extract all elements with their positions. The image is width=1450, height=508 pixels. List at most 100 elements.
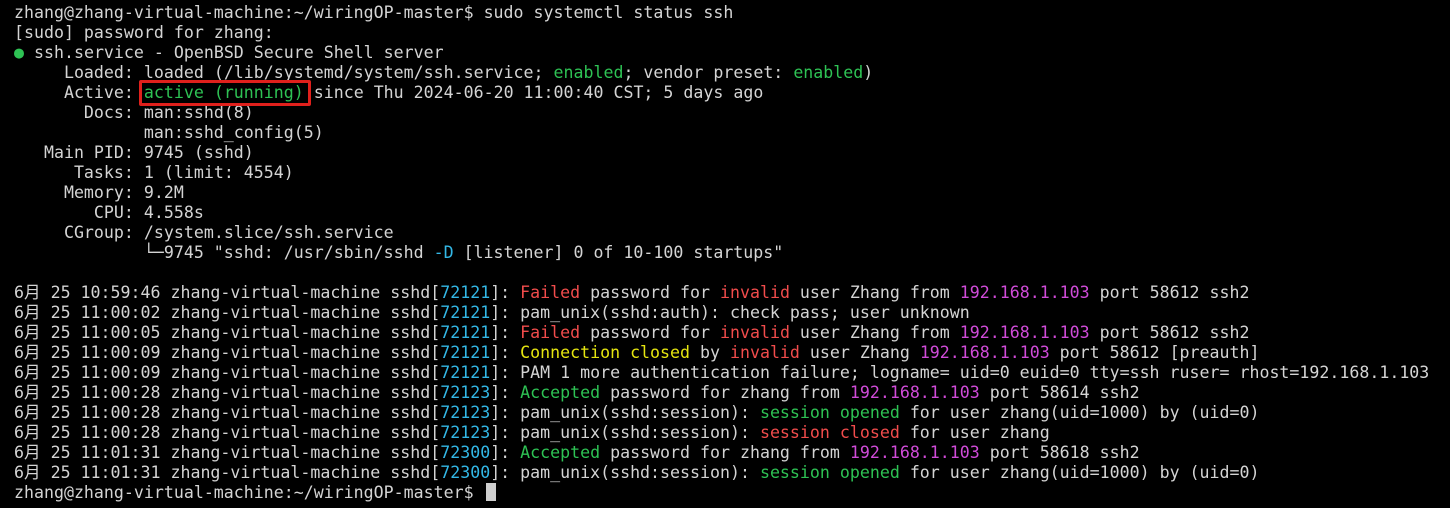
log-invalid: invalid <box>720 323 790 342</box>
log-message: pam_unix(sshd:auth): check pass; user un… <box>520 303 970 322</box>
log-line: 6月 25 11:00:09 zhang-virtual-machine ssh… <box>14 363 1430 382</box>
log-host: zhang-virtual-machine <box>170 363 381 382</box>
log-event: Accepted <box>520 383 601 402</box>
log-timestamp: 6月 25 11:00:28 <box>14 403 161 422</box>
tasks-label: Tasks: <box>14 163 134 182</box>
log-line: 6月 25 11:00:28 zhang-virtual-machine ssh… <box>14 403 1260 422</box>
log-message: password for <box>580 283 720 302</box>
terminal-window[interactable]: zhang@zhang-virtual-machine:~/wiringOP-m… <box>0 0 1450 508</box>
log-event: Failed <box>520 323 581 342</box>
shell-prompt: zhang@zhang-virtual-machine:~/wiringOP-m… <box>14 3 474 22</box>
final-prompt-line: zhang@zhang-virtual-machine:~/wiringOP-m… <box>14 483 1450 503</box>
log-line: 6月 25 11:00:09 zhang-virtual-machine ssh… <box>14 343 1260 362</box>
log-line: 6月 25 11:00:05 zhang-virtual-machine ssh… <box>14 323 1250 342</box>
unit-line: ● ssh.service - OpenBSD Secure Shell ser… <box>14 43 1450 63</box>
log-user: user Zhang from <box>789 283 960 302</box>
log-message: password for zhang from <box>600 383 850 402</box>
log-pid: 72123 <box>440 403 491 422</box>
log-host: zhang-virtual-machine <box>170 423 381 442</box>
log-port: port 58612 [preauth] <box>1049 343 1260 362</box>
log-pid: 72300 <box>440 463 491 482</box>
log-pid: 72121 <box>440 323 491 342</box>
log-timestamp: 6月 25 11:00:02 <box>14 303 161 322</box>
log-host: zhang-virtual-machine <box>170 403 381 422</box>
cgroup-child-pre: └─9745 "sshd: /usr/sbin/sshd <box>14 243 434 262</box>
log-ip-address: 192.168.1.103 <box>849 383 980 402</box>
command-line: zhang@zhang-virtual-machine:~/wiringOP-m… <box>14 3 1450 23</box>
log-process: sshd <box>390 283 431 302</box>
log-timestamp: 6月 25 11:01:31 <box>14 443 161 462</box>
shell-prompt-final: zhang@zhang-virtual-machine:~/wiringOP-m… <box>14 483 474 502</box>
cgroup-label: CGroup: <box>14 223 134 242</box>
log-process: sshd <box>390 383 431 402</box>
log-host: zhang-virtual-machine <box>170 323 381 342</box>
log-pid: 72121 <box>440 363 491 382</box>
log-port: port 58612 ssh2 <box>1089 283 1250 302</box>
log-message: pam_unix(sshd:session): <box>520 403 760 422</box>
log-host: zhang-virtual-machine <box>170 463 381 482</box>
log-pid: 72121 <box>440 343 491 362</box>
mainpid-line: Main PID: 9745 (sshd) <box>14 143 1450 163</box>
active-label: Active: <box>14 83 134 102</box>
log-message: pam_unix(sshd:session): <box>520 423 760 442</box>
log-ip-address: 192.168.1.103 <box>959 323 1090 342</box>
log-process: sshd <box>390 403 431 422</box>
log-session-state: session closed <box>759 423 900 442</box>
log-line: 6月 25 11:01:31 zhang-virtual-machine ssh… <box>14 463 1260 482</box>
command-text: sudo systemctl status ssh <box>483 3 734 22</box>
log-line: 6月 25 11:01:31 zhang-virtual-machine ssh… <box>14 443 1140 462</box>
cgroup-value: /system.slice/ssh.service <box>143 223 394 242</box>
cpu-value: 4.558s <box>143 203 204 222</box>
tasks-line: Tasks: 1 (limit: 4554) <box>14 163 1450 183</box>
loaded-vendor-label: ; vendor preset: <box>623 63 784 82</box>
mainpid-value: 9745 (sshd) <box>143 143 254 162</box>
unit-title: ssh.service - OpenBSD Secure Shell serve… <box>34 43 444 62</box>
log-port: port 58618 ssh2 <box>979 443 1140 462</box>
active-state-highlight: active (running) <box>138 80 311 106</box>
docs-label: Docs: <box>14 103 134 122</box>
log-timestamp: 6月 25 11:01:31 <box>14 463 161 482</box>
log-pid: 72123 <box>440 383 491 402</box>
log-pid: 72123 <box>440 423 491 442</box>
log-host: zhang-virtual-machine <box>170 283 381 302</box>
log-process: sshd <box>390 443 431 462</box>
log-timestamp: 6月 25 11:00:28 <box>14 383 161 402</box>
log-line: 6月 25 11:00:02 zhang-virtual-machine ssh… <box>14 303 970 322</box>
cgroup-line: CGroup: /system.slice/ssh.service <box>14 223 1450 243</box>
cgroup-child-line: └─9745 "sshd: /usr/sbin/sshd -D [listene… <box>14 243 1450 263</box>
log-pid: 72121 <box>440 283 491 302</box>
memory-value: 9.2M <box>143 183 184 202</box>
log-line: 6月 25 11:00:28 zhang-virtual-machine ssh… <box>14 383 1140 402</box>
log-invalid: invalid <box>720 283 790 302</box>
log-message: pam_unix(sshd:session): <box>520 463 760 482</box>
log-process: sshd <box>390 363 431 382</box>
log-host: zhang-virtual-machine <box>170 303 381 322</box>
sudo-prompt: [sudo] password for zhang: <box>14 23 274 42</box>
docs-line-2: man:sshd_config(5) <box>14 123 324 142</box>
status-dot-icon: ● <box>14 43 24 62</box>
log-user: user Zhang from <box>789 323 960 342</box>
log-port: port 58612 ssh2 <box>1089 323 1250 342</box>
loaded-close: ) <box>863 63 874 82</box>
log-timestamp: 6月 25 11:00:09 <box>14 343 161 362</box>
log-message-tail: for user zhang(uid=1000) by (uid=0) <box>899 463 1260 482</box>
log-message: by <box>690 343 730 362</box>
log-pid: 72300 <box>440 443 491 462</box>
log-session-state: session opened <box>759 403 900 422</box>
active-since: since Thu 2024-06-20 11:00:40 CST; 5 day… <box>313 83 764 102</box>
log-process: sshd <box>390 343 431 362</box>
active-line: Active: active (running) since Thu 2024-… <box>14 80 1450 106</box>
log-line: 6月 25 10:59:46 zhang-virtual-machine ssh… <box>14 283 1250 302</box>
log-line: 6月 25 11:00:28 zhang-virtual-machine ssh… <box>14 423 1050 442</box>
log-ip-address: 192.168.1.103 <box>919 343 1050 362</box>
loaded-preset: enabled <box>793 63 864 82</box>
cgroup-child-flag: -D <box>433 243 454 262</box>
log-timestamp: 6月 25 10:59:46 <box>14 283 161 302</box>
log-process: sshd <box>390 463 431 482</box>
log-port: port 58614 ssh2 <box>979 383 1140 402</box>
log-host: zhang-virtual-machine <box>170 343 381 362</box>
log-host: zhang-virtual-machine <box>170 383 381 402</box>
log-message: password for zhang from <box>600 443 850 462</box>
cpu-line: CPU: 4.558s <box>14 203 1450 223</box>
